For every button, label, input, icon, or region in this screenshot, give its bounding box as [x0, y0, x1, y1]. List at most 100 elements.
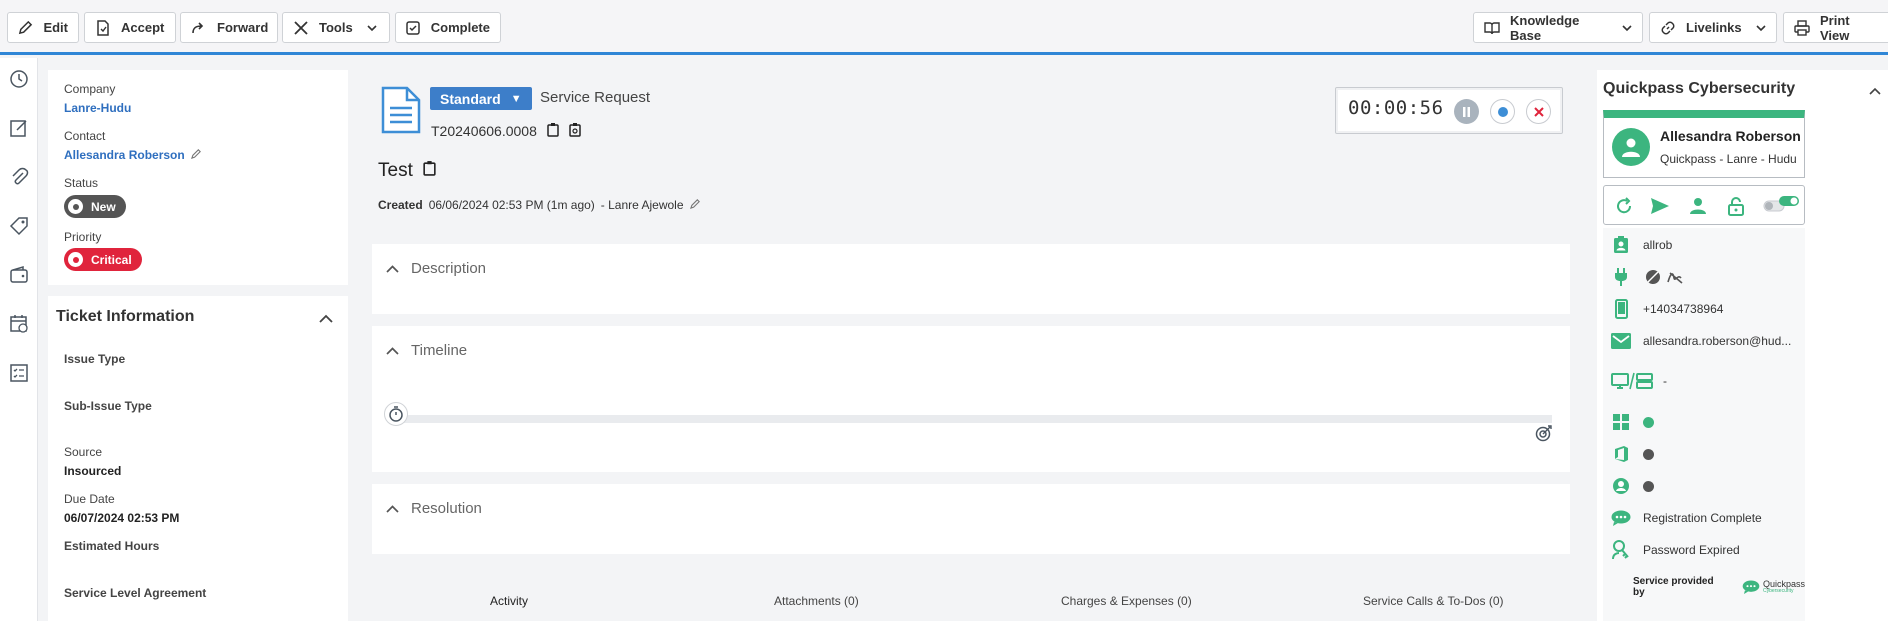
- contact-name: Allesandra Roberson: [64, 148, 185, 162]
- account-status-dot: [1643, 480, 1654, 492]
- due-date-value: 06/07/2024 02:53 PM: [64, 511, 180, 525]
- status-label: Status: [64, 176, 99, 190]
- username-row: allrob: [1611, 235, 1672, 255]
- category-dropdown[interactable]: Standard ▼: [430, 87, 532, 110]
- devices-icon: [1611, 371, 1653, 391]
- clock-icon[interactable]: [8, 68, 30, 90]
- office-row: [1611, 444, 1654, 464]
- print-view-button[interactable]: Print View: [1783, 12, 1888, 43]
- user-icon[interactable]: [1688, 196, 1708, 216]
- complete-label: Complete: [430, 20, 490, 35]
- timeline-track: [392, 415, 1552, 423]
- tab-activity[interactable]: Activity: [490, 594, 528, 608]
- quickpass-logo-icon: [1742, 580, 1760, 594]
- record-button[interactable]: [1490, 99, 1515, 124]
- tools-icon: [293, 20, 309, 36]
- brand-sub: Cybersecurity: [1762, 588, 1794, 594]
- edit-icon[interactable]: [190, 148, 202, 162]
- tab-attachments[interactable]: Attachments (0): [774, 594, 859, 608]
- refresh-icon[interactable]: [1614, 196, 1634, 216]
- quickpass-title: Quickpass Cybersecurity: [1603, 80, 1796, 97]
- contact-link[interactable]: Allesandra Roberson: [64, 148, 202, 162]
- knowledge-base-button[interactable]: Knowledge Base: [1473, 12, 1643, 43]
- send-icon[interactable]: [1650, 196, 1670, 216]
- id-badge-icon: [1611, 235, 1631, 255]
- ticket-type: Service Request: [540, 89, 651, 106]
- print-view-label: Print View: [1820, 12, 1850, 43]
- edit-icon[interactable]: [689, 198, 701, 212]
- copy-title-icon[interactable]: [423, 160, 436, 182]
- chevron-up-icon[interactable]: [1869, 84, 1881, 98]
- password-status: Password Expired: [1643, 543, 1740, 557]
- priority-value: Critical: [91, 252, 132, 267]
- priority-dot-icon: [68, 252, 83, 267]
- pause-button[interactable]: [1454, 99, 1479, 124]
- book-icon: [1484, 20, 1500, 36]
- company-label: Company: [64, 82, 116, 96]
- toggle-on-icon[interactable]: [1798, 196, 1822, 216]
- windows-icon: [1611, 412, 1631, 432]
- registration-row: Registration Complete: [1611, 508, 1762, 528]
- edit-button[interactable]: Edit: [7, 12, 79, 43]
- forward-button[interactable]: Forward: [180, 12, 278, 43]
- knowledge-base-label: Knowledge Base: [1510, 12, 1580, 43]
- wallet-icon[interactable]: [8, 264, 30, 286]
- ticket-number: T20240606.0008: [431, 123, 537, 139]
- edit-note-icon[interactable]: [8, 117, 30, 139]
- priority-badge[interactable]: Critical: [64, 248, 142, 271]
- copy-icon[interactable]: [547, 122, 559, 140]
- tab-charges-expenses[interactable]: Charges & Expenses (0): [1061, 594, 1192, 608]
- cancel-timer-button[interactable]: [1526, 99, 1551, 124]
- user-circle-icon: [1611, 476, 1631, 496]
- timeline-header[interactable]: Timeline: [386, 342, 467, 359]
- ticket-number-row: T20240606.0008: [431, 122, 581, 140]
- description-title: Description: [411, 260, 487, 277]
- print-icon: [1794, 19, 1810, 36]
- accept-label: Accept: [121, 20, 165, 35]
- avatar: [1612, 128, 1650, 166]
- sla-label: Service Level Agreement: [64, 586, 207, 600]
- no-sync-icon: [1645, 269, 1661, 285]
- toggle-on-icon[interactable]: [1778, 195, 1800, 210]
- checklist-icon[interactable]: [8, 362, 30, 384]
- accept-button[interactable]: Accept: [84, 12, 176, 43]
- link-icon: [1660, 20, 1676, 36]
- source-value: Insourced: [64, 464, 122, 478]
- paperclip-icon[interactable]: [8, 166, 30, 188]
- calendar-clock-icon[interactable]: [8, 313, 30, 335]
- timer-value: 00:00:56: [1348, 97, 1444, 119]
- tab-service-calls[interactable]: Service Calls & To-Dos (0): [1363, 594, 1503, 608]
- status-dot-icon: [68, 199, 83, 214]
- chevron-down-icon: [1622, 20, 1632, 35]
- due-date-label: Due Date: [64, 492, 115, 506]
- created-by: - Lanre Ajewole: [600, 198, 684, 212]
- ticket-title: Test: [378, 160, 413, 181]
- ticket-information-title: Ticket Information: [56, 308, 195, 325]
- created-label: Created: [378, 198, 423, 212]
- chevron-up-icon[interactable]: [319, 312, 333, 326]
- chevron-up-icon: [386, 260, 399, 277]
- contact-name: Allesandra Roberson: [1660, 128, 1801, 144]
- contact-label: Contact: [64, 129, 106, 143]
- chevron-down-icon: [1756, 20, 1766, 35]
- resolution-header[interactable]: Resolution: [386, 500, 482, 517]
- description-header[interactable]: Description: [386, 260, 486, 277]
- company-link[interactable]: Lanre-Hudu: [64, 101, 131, 115]
- livelinks-button[interactable]: Livelinks: [1649, 12, 1777, 43]
- tag-icon[interactable]: [8, 215, 30, 237]
- no-signature-icon: [1667, 270, 1685, 284]
- status-badge[interactable]: New: [64, 195, 126, 218]
- connection-row: [1611, 267, 1685, 287]
- resolution-title: Resolution: [411, 500, 482, 517]
- email[interactable]: allesandra.roberson@hud...: [1643, 334, 1791, 348]
- unlock-icon[interactable]: [1726, 196, 1746, 216]
- chevron-up-icon: [386, 500, 399, 517]
- timeline-title: Timeline: [411, 342, 468, 359]
- email-row: allesandra.roberson@hud...: [1611, 331, 1791, 351]
- tools-button[interactable]: Tools: [282, 12, 390, 43]
- copy-link-icon[interactable]: [569, 122, 581, 140]
- accept-document-icon: [95, 19, 111, 36]
- password-row: Password Expired: [1611, 540, 1740, 560]
- target-icon: [1535, 424, 1553, 445]
- complete-button[interactable]: Complete: [395, 12, 501, 43]
